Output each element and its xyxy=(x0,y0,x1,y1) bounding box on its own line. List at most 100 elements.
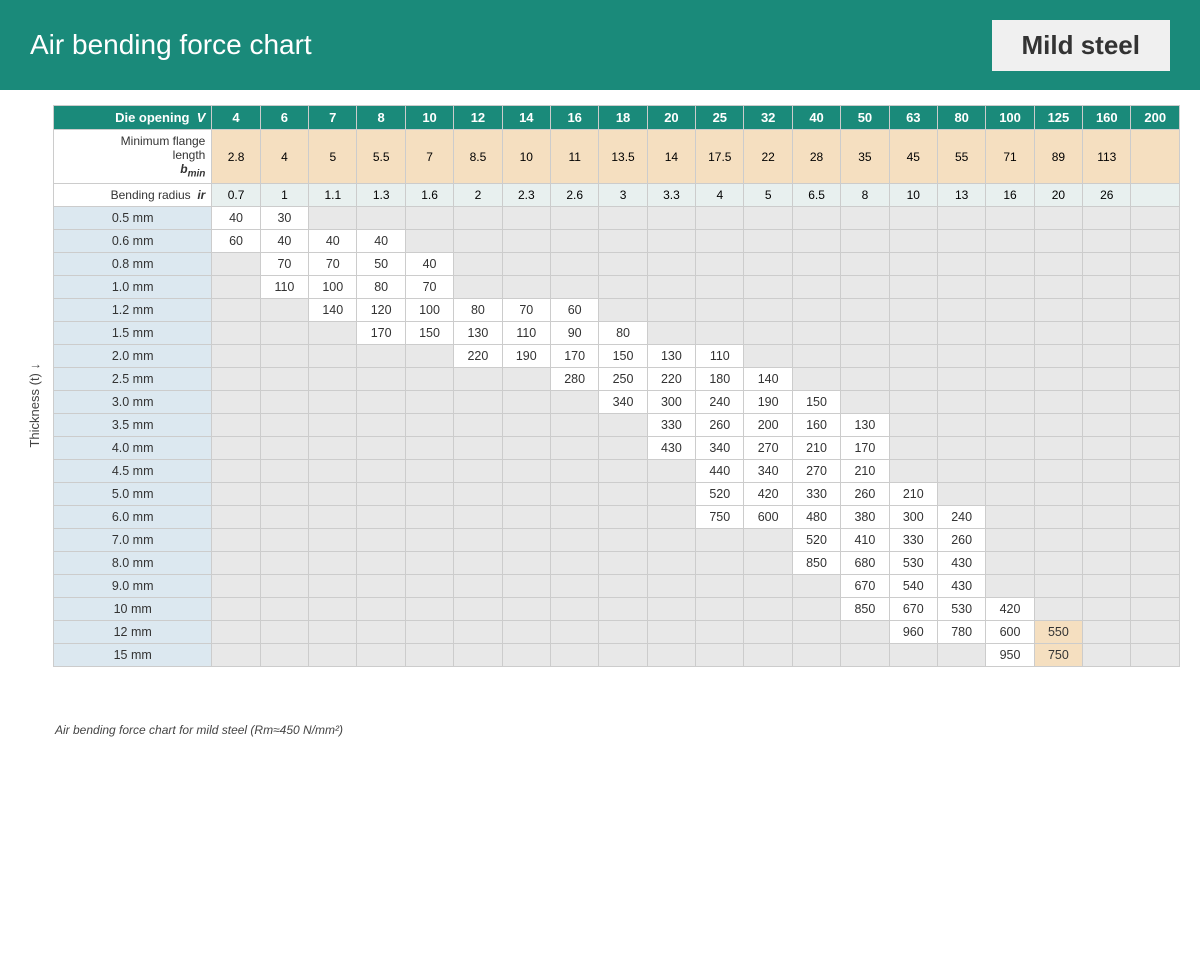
die-opening-value: 25 xyxy=(696,106,744,130)
force-value-cell xyxy=(1083,414,1131,437)
force-value-cell xyxy=(1083,460,1131,483)
force-value-cell xyxy=(405,230,453,253)
header: Air bending force chart Mild steel xyxy=(0,0,1200,90)
force-value-cell xyxy=(744,253,792,276)
force-value-cell: 260 xyxy=(841,483,889,506)
force-value-cell xyxy=(1083,621,1131,644)
force-value-cell: 80 xyxy=(357,276,405,299)
force-value-cell xyxy=(212,345,260,368)
force-value-cell xyxy=(405,575,453,598)
min-flange-value: 113 xyxy=(1083,130,1131,184)
table-row: 12 mm960780600550 xyxy=(54,621,1180,644)
force-value-cell xyxy=(937,483,985,506)
force-value-cell xyxy=(550,644,598,667)
force-value-cell xyxy=(696,644,744,667)
force-value-cell xyxy=(550,460,598,483)
force-value-cell xyxy=(1083,598,1131,621)
force-value-cell xyxy=(357,368,405,391)
force-value-cell xyxy=(841,368,889,391)
force-value-cell: 150 xyxy=(599,345,647,368)
bending-radius-value: 2.3 xyxy=(502,184,550,207)
table-row: 4.5 mm440340270210 xyxy=(54,460,1180,483)
force-value-cell xyxy=(357,345,405,368)
force-value-cell xyxy=(696,575,744,598)
force-value-cell xyxy=(309,391,357,414)
force-value-cell: 950 xyxy=(986,644,1034,667)
force-value-cell xyxy=(260,391,308,414)
force-value-cell xyxy=(937,391,985,414)
force-value-cell xyxy=(1034,529,1082,552)
force-value-cell xyxy=(212,529,260,552)
min-flange-value: 5 xyxy=(309,130,357,184)
chart-table-wrapper: Die opening V467810121416182025324050638… xyxy=(53,105,1180,705)
force-value-cell: 480 xyxy=(792,506,840,529)
force-value-cell xyxy=(744,529,792,552)
force-value-cell xyxy=(502,414,550,437)
force-value-cell xyxy=(309,575,357,598)
die-opening-value: 125 xyxy=(1034,106,1082,130)
force-value-cell xyxy=(454,414,502,437)
force-value-cell xyxy=(502,460,550,483)
die-opening-value: 8 xyxy=(357,106,405,130)
force-value-cell xyxy=(1034,391,1082,414)
force-value-cell xyxy=(1131,391,1180,414)
force-value-cell xyxy=(889,414,937,437)
force-value-cell: 220 xyxy=(647,368,695,391)
die-opening-value: 32 xyxy=(744,106,792,130)
force-value-cell xyxy=(405,621,453,644)
table-row: 1.0 mm1101008070 xyxy=(54,276,1180,299)
force-value-cell xyxy=(454,230,502,253)
bending-radius-value: 4 xyxy=(696,184,744,207)
force-value-cell xyxy=(1131,575,1180,598)
table-row: 3.5 mm330260200160130 xyxy=(54,414,1180,437)
force-value-cell xyxy=(454,276,502,299)
force-value-cell xyxy=(937,253,985,276)
force-value-cell xyxy=(454,598,502,621)
thickness-label-cell: 4.5 mm xyxy=(54,460,212,483)
force-value-cell xyxy=(1131,644,1180,667)
force-value-cell xyxy=(647,621,695,644)
force-value-cell: 60 xyxy=(212,230,260,253)
force-value-cell xyxy=(502,598,550,621)
force-value-cell xyxy=(792,368,840,391)
min-flange-value: 13.5 xyxy=(599,130,647,184)
min-flange-label: Minimum flangelengthbmin xyxy=(54,130,212,184)
force-value-cell: 210 xyxy=(889,483,937,506)
force-value-cell xyxy=(550,207,598,230)
force-value-cell xyxy=(599,529,647,552)
force-value-cell xyxy=(792,253,840,276)
force-value-cell xyxy=(550,253,598,276)
force-value-cell xyxy=(1034,345,1082,368)
force-value-cell xyxy=(1131,345,1180,368)
force-value-cell xyxy=(357,552,405,575)
force-value-cell xyxy=(1034,368,1082,391)
min-flange-value: 2.8 xyxy=(212,130,260,184)
force-value-cell xyxy=(212,598,260,621)
force-value-cell xyxy=(841,253,889,276)
force-value-cell xyxy=(1034,460,1082,483)
force-value-cell xyxy=(1131,483,1180,506)
force-value-cell xyxy=(357,644,405,667)
force-value-cell xyxy=(212,299,260,322)
bending-radius-value: 5 xyxy=(744,184,792,207)
force-value-cell: 210 xyxy=(792,437,840,460)
force-value-cell xyxy=(986,552,1034,575)
force-value-cell xyxy=(599,644,647,667)
force-value-cell xyxy=(260,299,308,322)
force-value-cell: 60 xyxy=(550,299,598,322)
thickness-label-cell: 7.0 mm xyxy=(54,529,212,552)
force-value-cell xyxy=(357,621,405,644)
force-value-cell: 300 xyxy=(647,391,695,414)
table-row: 1.5 mm1701501301109080 xyxy=(54,322,1180,345)
force-value-cell xyxy=(309,414,357,437)
force-value-cell xyxy=(260,437,308,460)
force-value-cell xyxy=(744,644,792,667)
die-opening-value: 16 xyxy=(550,106,598,130)
force-value-cell xyxy=(1083,322,1131,345)
force-value-cell xyxy=(1131,253,1180,276)
force-value-cell xyxy=(550,621,598,644)
force-value-cell xyxy=(792,575,840,598)
min-flange-value: 22 xyxy=(744,130,792,184)
table-row: 1.2 mm140120100807060 xyxy=(54,299,1180,322)
bending-radius-value: 1.6 xyxy=(405,184,453,207)
